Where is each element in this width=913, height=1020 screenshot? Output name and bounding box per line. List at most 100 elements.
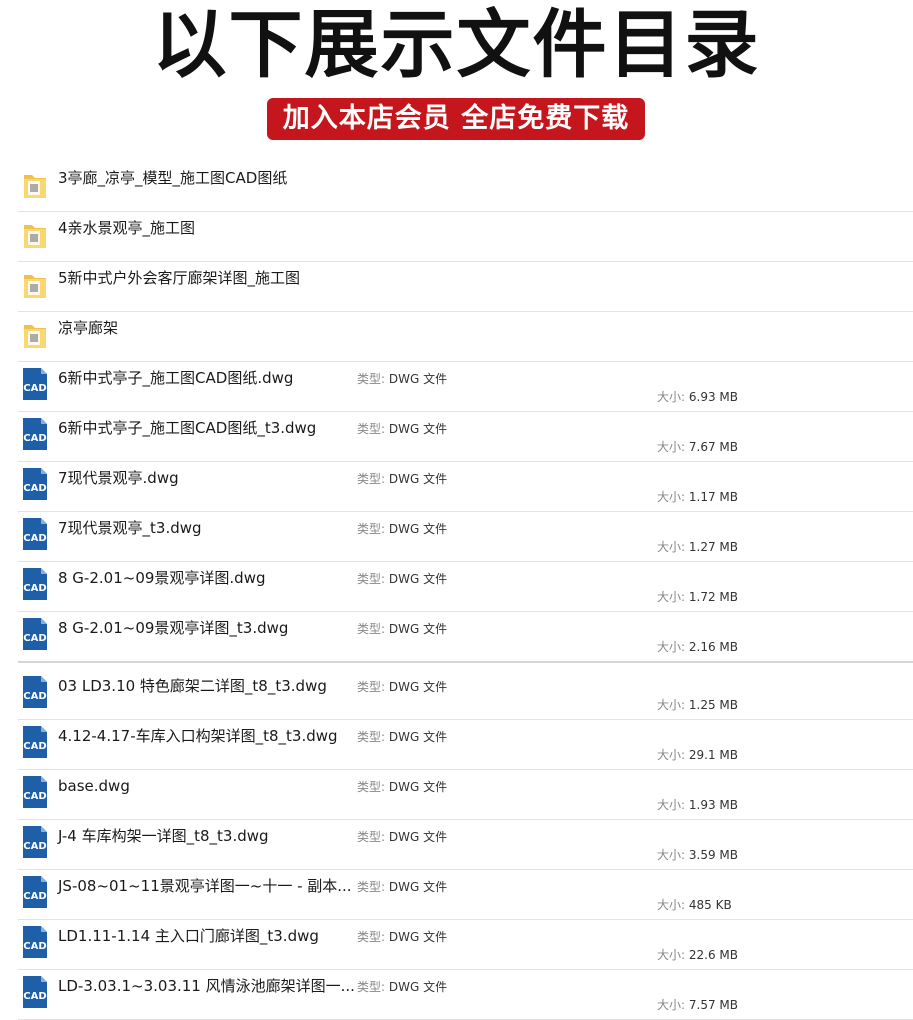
file-name: 7现代景观亭_t3.dwg — [58, 519, 202, 537]
file-row[interactable]: CAD base.dwg 类型: DWG 文件 大小: 1.93 MB — [18, 770, 913, 820]
svg-text:CAD: CAD — [23, 533, 46, 544]
folder-row[interactable]: 凉亭廊架 — [18, 312, 913, 362]
file-type-value: DWG 文件 — [388, 730, 448, 744]
file-row[interactable]: CAD 8 G-2.01~09景观亭详图_t3.dwg 类型: DWG 文件 大小:… — [18, 612, 913, 663]
file-row[interactable]: CAD J-4 车库构架一详图_t8_t3.dwg 类型: DWG 文件大小: 3… — [18, 820, 913, 870]
file-row[interactable]: CAD 7现代景观亭.dwg 类型: DWG 文件 大小: 1.17 MB — [18, 462, 913, 512]
file-name: 6新中式亭子_施工图CAD图纸.dwg — [58, 369, 294, 387]
cad-file-icon: CAD — [22, 567, 48, 601]
file-size-value: 7.67 MB — [688, 440, 738, 454]
cad-file-icon: CAD — [22, 875, 48, 909]
size-label: 大小: — [657, 640, 686, 654]
file-size: 大小: 1.93 MB — [657, 797, 738, 813]
file-row[interactable]: CAD 6新中式亭子_施工图CAD图纸_t3.dwg 类型: DWG 文件 大小: … — [18, 412, 913, 462]
file-name: LD-3.03.1~3.03.11 风情泳池廊架详图一... — [58, 977, 355, 995]
page-title: 以下展示文件目录 — [152, 2, 761, 88]
file-size-value: 29.1 MB — [688, 748, 738, 762]
size-label: 大小: — [657, 998, 686, 1012]
file-size: 大小: 7.57 MB — [657, 997, 738, 1013]
cad-file-icon: CAD — [22, 725, 48, 759]
file-type-value: DWG 文件 — [388, 930, 448, 944]
size-label: 大小: — [657, 540, 686, 554]
file-type: 类型: DWG 文件 — [357, 421, 447, 437]
file-row[interactable]: CAD 4.12-4.17-车库入口构架详图_t8_t3.dwg 类型: DWG … — [18, 720, 913, 770]
file-type-value: DWG 文件 — [388, 372, 448, 386]
file-type: 类型: DWG 文件 — [357, 979, 447, 995]
file-size: 大小: 1.72 MB — [657, 589, 738, 605]
file-name: 03 LD3.10 特色廊架二详图_t8_t3.dwg — [58, 677, 327, 695]
cad-file-icon: CAD — [22, 975, 48, 1009]
file-type: 类型: DWG 文件 — [357, 929, 447, 945]
folder-icon — [22, 319, 48, 351]
folder-row[interactable]: 3亭廊_凉亭_模型_施工图CAD图纸 — [18, 162, 913, 212]
file-size-value: 7.57 MB — [688, 998, 738, 1012]
file-row[interactable]: CAD 8 G-2.01~09景观亭详图.dwg 类型: DWG 文件大小: 1.… — [18, 562, 913, 612]
file-size: 大小: 1.17 MB — [657, 489, 738, 505]
type-label: 类型: — [357, 422, 386, 436]
file-type-value: DWG 文件 — [388, 522, 448, 536]
file-name: J-4 车库构架一详图_t8_t3.dwg — [58, 827, 269, 845]
cad-file-icon: CAD — [22, 775, 48, 809]
file-type: 类型: DWG 文件 — [357, 621, 447, 637]
file-row[interactable]: CAD 6新中式亭子_施工图CAD图纸.dwg 类型: DWG 文件 大小: 6.9… — [18, 362, 913, 412]
size-label: 大小: — [657, 698, 686, 712]
type-label: 类型: — [357, 730, 386, 744]
svg-text:CAD: CAD — [23, 583, 46, 594]
folder-row[interactable]: 4亲水景观亭_施工图 — [18, 212, 913, 262]
file-type-value: DWG 文件 — [388, 422, 448, 436]
membership-banner[interactable]: 加入本店会员 全店免费下载 — [267, 98, 645, 140]
file-type-value: DWG 文件 — [388, 472, 448, 486]
file-type: 类型: DWG 文件 — [357, 571, 447, 587]
cad-file-icon: CAD — [22, 617, 48, 651]
file-type: 类型: DWG 文件 — [357, 729, 447, 745]
svg-text:CAD: CAD — [23, 841, 46, 852]
file-row[interactable]: CAD JS-08~01~11景观亭详图一~十一 - 副本... 类型: DWG … — [18, 870, 913, 920]
file-size-value: 485 KB — [688, 898, 732, 912]
file-row[interactable]: CAD 7现代景观亭_t3.dwg 类型: DWG 文件 大小: 1.27 MB — [18, 512, 913, 562]
file-size: 大小: 1.27 MB — [657, 539, 738, 555]
file-row[interactable]: CAD LD1.11-1.14 主入口门廊详图_t3.dwg 类型: DWG 文件… — [18, 920, 913, 970]
file-type: 类型: DWG 文件 — [357, 879, 447, 895]
type-label: 类型: — [357, 472, 386, 486]
cad-file-icon: CAD — [22, 467, 48, 501]
size-label: 大小: — [657, 848, 686, 862]
size-label: 大小: — [657, 390, 686, 404]
folder-name: 3亭廊_凉亭_模型_施工图CAD图纸 — [58, 169, 288, 187]
svg-text:CAD: CAD — [23, 741, 46, 752]
file-type-value: DWG 文件 — [388, 680, 448, 694]
svg-text:CAD: CAD — [23, 791, 46, 802]
svg-text:CAD: CAD — [23, 383, 46, 394]
file-type: 类型: DWG 文件 — [357, 471, 447, 487]
file-name: 8 G-2.01~09景观亭详图.dwg — [58, 569, 266, 587]
svg-text:CAD: CAD — [23, 691, 46, 702]
file-name: 4.12-4.17-车库入口构架详图_t8_t3.dwg — [58, 727, 338, 745]
file-size: 大小: 3.59 MB — [657, 847, 738, 863]
size-label: 大小: — [657, 440, 686, 454]
type-label: 类型: — [357, 930, 386, 944]
folder-row[interactable]: 5新中式户外会客厅廊架详图_施工图 — [18, 262, 913, 312]
svg-text:CAD: CAD — [23, 891, 46, 902]
file-size: 大小: 7.67 MB — [657, 439, 738, 455]
file-size-value: 1.25 MB — [688, 698, 738, 712]
cad-file-icon: CAD — [22, 367, 48, 401]
file-list: 3亭廊_凉亭_模型_施工图CAD图纸 4亲水景观亭_施工图 5新中式户外会客厅廊… — [18, 162, 913, 1020]
cad-file-icon: CAD — [22, 675, 48, 709]
file-type-value: DWG 文件 — [388, 830, 448, 844]
cad-file-icon: CAD — [22, 517, 48, 551]
file-size: 大小: 2.16 MB — [657, 639, 738, 655]
file-type: 类型: DWG 文件 — [357, 371, 447, 387]
file-size-value: 1.72 MB — [688, 590, 738, 604]
file-name: LD1.11-1.14 主入口门廊详图_t3.dwg — [58, 927, 319, 945]
svg-text:CAD: CAD — [23, 483, 46, 494]
file-size-value: 1.27 MB — [688, 540, 738, 554]
svg-text:CAD: CAD — [23, 433, 46, 444]
type-label: 类型: — [357, 780, 386, 794]
file-type-value: DWG 文件 — [388, 572, 448, 586]
file-type: 类型: DWG 文件 — [357, 829, 447, 845]
folder-icon — [22, 169, 48, 201]
file-name: JS-08~01~11景观亭详图一~十一 - 副本... — [58, 877, 352, 895]
size-label: 大小: — [657, 798, 686, 812]
file-row[interactable]: CAD 03 LD3.10 特色廊架二详图_t8_t3.dwg 类型: DWG 文… — [18, 670, 913, 720]
file-row[interactable]: CAD LD-3.03.1~3.03.11 风情泳池廊架详图一... 类型: DW… — [18, 970, 913, 1020]
type-label: 类型: — [357, 830, 386, 844]
